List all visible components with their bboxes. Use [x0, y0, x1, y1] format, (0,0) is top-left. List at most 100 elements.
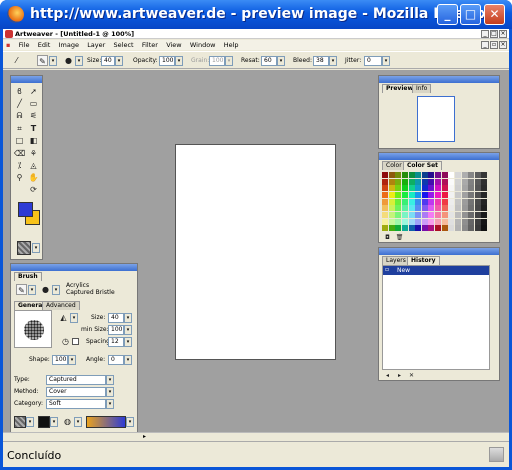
color-swatch[interactable] [401, 185, 408, 192]
method-select[interactable]: Cover [46, 387, 106, 397]
color-swatch[interactable] [461, 218, 468, 225]
menu-window[interactable]: Window [187, 40, 219, 50]
color-swatch[interactable] [408, 178, 415, 185]
magic-wand-tool-icon[interactable]: ⚟ [28, 110, 39, 121]
nozzle-dropdown[interactable]: ▾ [74, 417, 82, 427]
color-swatch[interactable] [401, 212, 408, 219]
color-swatch[interactable] [481, 185, 488, 192]
color-swatch[interactable] [388, 205, 395, 212]
color-swatch[interactable] [382, 172, 389, 179]
color-swatch[interactable] [468, 225, 475, 232]
color-swatch[interactable] [408, 172, 415, 179]
bleed-dropdown[interactable]: ▾ [329, 56, 337, 66]
color-swatch[interactable] [408, 198, 415, 205]
color-swatch[interactable] [395, 178, 402, 185]
minimize-button[interactable]: _ [437, 4, 458, 25]
color-swatch[interactable] [448, 212, 455, 219]
color-swatch[interactable] [382, 205, 389, 212]
color-swatch[interactable] [474, 178, 481, 185]
color-swatch[interactable] [382, 212, 389, 219]
color-swatch[interactable] [415, 212, 422, 219]
paper-texture-dropdown[interactable]: ▾ [26, 417, 34, 427]
menu-view[interactable]: View [163, 40, 184, 50]
eyedropper-tool-icon[interactable]: ⁒ [14, 160, 25, 171]
color-swatch[interactable] [461, 172, 468, 179]
app-maximize-button[interactable]: □ [490, 30, 498, 38]
brush-preset-icon[interactable]: ✎ [37, 55, 48, 66]
angle-dropdown[interactable]: ▾ [124, 355, 132, 365]
text-tool-icon[interactable]: T [28, 123, 39, 134]
color-swatch[interactable] [388, 185, 395, 192]
color-swatch[interactable] [408, 212, 415, 219]
color-swatch[interactable] [468, 172, 475, 179]
menu-layer[interactable]: Layer [84, 40, 108, 50]
rectangle-select-tool-icon[interactable]: ▭ [28, 98, 39, 109]
color-swatch[interactable] [415, 185, 422, 192]
doc-restore-button[interactable]: ▫ [490, 41, 498, 49]
delete-color-icon[interactable]: 🗑 [394, 232, 405, 243]
tab-info[interactable]: Info [412, 84, 432, 93]
color-swatch[interactable] [448, 225, 455, 232]
app-minimize-button[interactable]: _ [481, 30, 489, 38]
category-dropdown[interactable]: ▾ [106, 399, 114, 409]
color-swatch[interactable] [481, 198, 488, 205]
color-swatch[interactable] [435, 225, 442, 232]
angle-input[interactable]: 0 [108, 355, 124, 365]
resat-dropdown[interactable]: ▾ [277, 56, 285, 66]
min-size-dropdown[interactable]: ▾ [124, 325, 132, 335]
tab-brush[interactable]: Brush [14, 272, 42, 281]
color-swatch[interactable] [428, 198, 435, 205]
color-swatch[interactable] [421, 198, 428, 205]
zoom-tool-icon[interactable]: ⚲ [14, 172, 25, 183]
color-swatch[interactable] [435, 192, 442, 199]
clone-tool-icon[interactable]: ⚘ [28, 148, 39, 159]
color-swatch[interactable] [481, 172, 488, 179]
gradient-dropdown[interactable]: ▾ [126, 417, 134, 427]
rotate-tool-icon[interactable]: ⟳ [28, 184, 39, 195]
brush-variant-icon[interactable]: ● [40, 284, 51, 295]
color-swatch[interactable] [454, 185, 461, 192]
color-swatch[interactable] [428, 212, 435, 219]
color-swatch[interactable] [395, 218, 402, 225]
color-swatch[interactable] [428, 192, 435, 199]
color-swatch[interactable] [395, 185, 402, 192]
color-swatch[interactable] [454, 212, 461, 219]
history-forward-icon[interactable]: ▸ [394, 370, 405, 381]
min-size-input[interactable]: 100 [108, 325, 124, 335]
preview-thumbnail[interactable] [417, 96, 455, 142]
color-swatch[interactable] [382, 192, 389, 199]
history-panel-titlebar[interactable] [379, 248, 499, 255]
brush-tip-icon[interactable]: ◭ [58, 312, 69, 323]
grain-input[interactable]: 100 [209, 56, 225, 66]
color-swatch[interactable] [441, 225, 448, 232]
color-swatch[interactable] [421, 225, 428, 232]
color-swatch[interactable] [388, 198, 395, 205]
color-swatch[interactable] [448, 178, 455, 185]
close-button[interactable]: ✕ [484, 4, 505, 25]
color-swatch[interactable] [415, 178, 422, 185]
doc-close-button[interactable]: × [499, 41, 507, 49]
color-swatch[interactable] [454, 192, 461, 199]
color-swatch[interactable] [401, 192, 408, 199]
history-delete-icon[interactable]: ✕ [406, 370, 417, 381]
crop-tool-icon[interactable]: ⌗ [14, 123, 25, 134]
grain-dropdown[interactable]: ▾ [225, 56, 233, 66]
color-swatch[interactable] [441, 218, 448, 225]
color-swatch[interactable] [441, 212, 448, 219]
color-swatch[interactable] [461, 212, 468, 219]
bleed-input[interactable]: 38 [313, 56, 329, 66]
nozzle-icon[interactable]: ◍ [62, 416, 73, 427]
color-swatch[interactable] [481, 218, 488, 225]
color-swatch[interactable] [454, 172, 461, 179]
color-swatch[interactable] [428, 205, 435, 212]
line-tool-icon[interactable]: ╱ [14, 98, 25, 109]
document-canvas[interactable] [175, 144, 336, 360]
color-swatch[interactable] [421, 212, 428, 219]
size-input[interactable]: 40 [101, 56, 115, 66]
jitter-input[interactable]: 0 [364, 56, 382, 66]
color-swatch[interactable] [388, 218, 395, 225]
color-swatch[interactable] [461, 205, 468, 212]
color-swatch[interactable] [408, 218, 415, 225]
horizontal-scrollbar[interactable]: ▸ [3, 432, 509, 441]
eraser-tool-icon[interactable]: ⌫ [14, 148, 25, 159]
